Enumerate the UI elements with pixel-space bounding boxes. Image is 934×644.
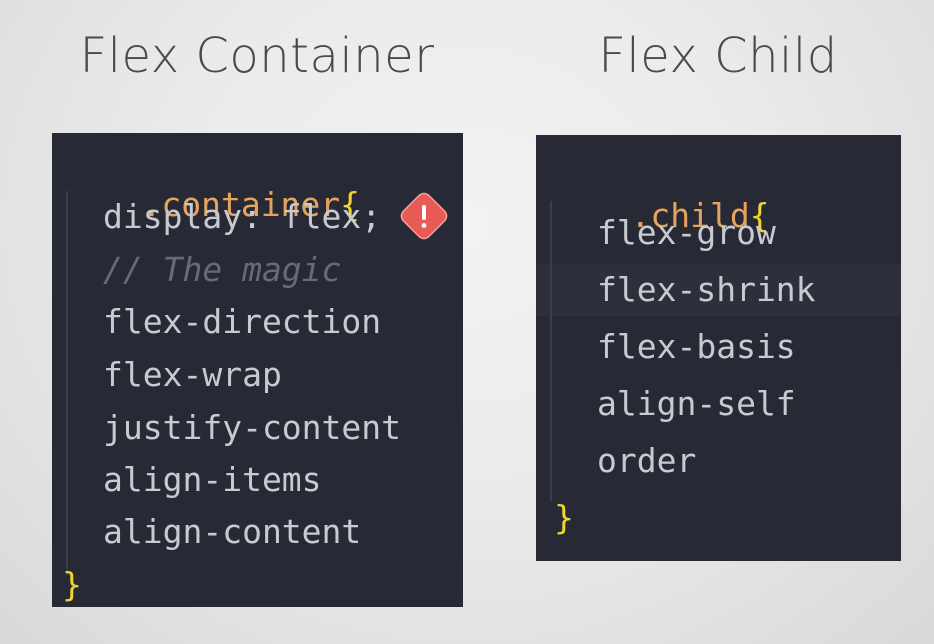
code-line-flex-direction: flex-direction xyxy=(103,302,382,341)
code-line-display: display: flex; xyxy=(103,197,382,236)
code-line-justify-content: justify-content xyxy=(103,408,402,447)
container-close-brace: } xyxy=(62,565,82,604)
code-line-flex-shrink: flex-shrink xyxy=(597,270,816,309)
container-code-panel: .container{ display: flex; // The magic … xyxy=(52,133,463,607)
child-code-panel: .child{ flex-grow flex-shrink flex-basis… xyxy=(536,135,901,561)
container-selector-line: .container{ xyxy=(62,145,360,224)
code-line-order: order xyxy=(597,441,697,480)
code-line-flex-grow: flex-grow xyxy=(597,213,776,252)
warning-icon xyxy=(398,190,450,242)
code-comment: // The magic xyxy=(103,250,342,289)
title-flex-container: Flex Container xyxy=(79,28,435,84)
code-line-align-content: align-content xyxy=(103,512,362,551)
code-line-align-self: align-self xyxy=(597,384,796,423)
child-close-brace: } xyxy=(554,498,574,537)
code-line-flex-wrap: flex-wrap xyxy=(103,355,282,394)
code-line-flex-basis: flex-basis xyxy=(597,327,796,366)
title-flex-child: Flex Child xyxy=(598,28,838,84)
code-line-align-items: align-items xyxy=(103,460,322,499)
child-selector-line: .child{ xyxy=(551,156,769,235)
